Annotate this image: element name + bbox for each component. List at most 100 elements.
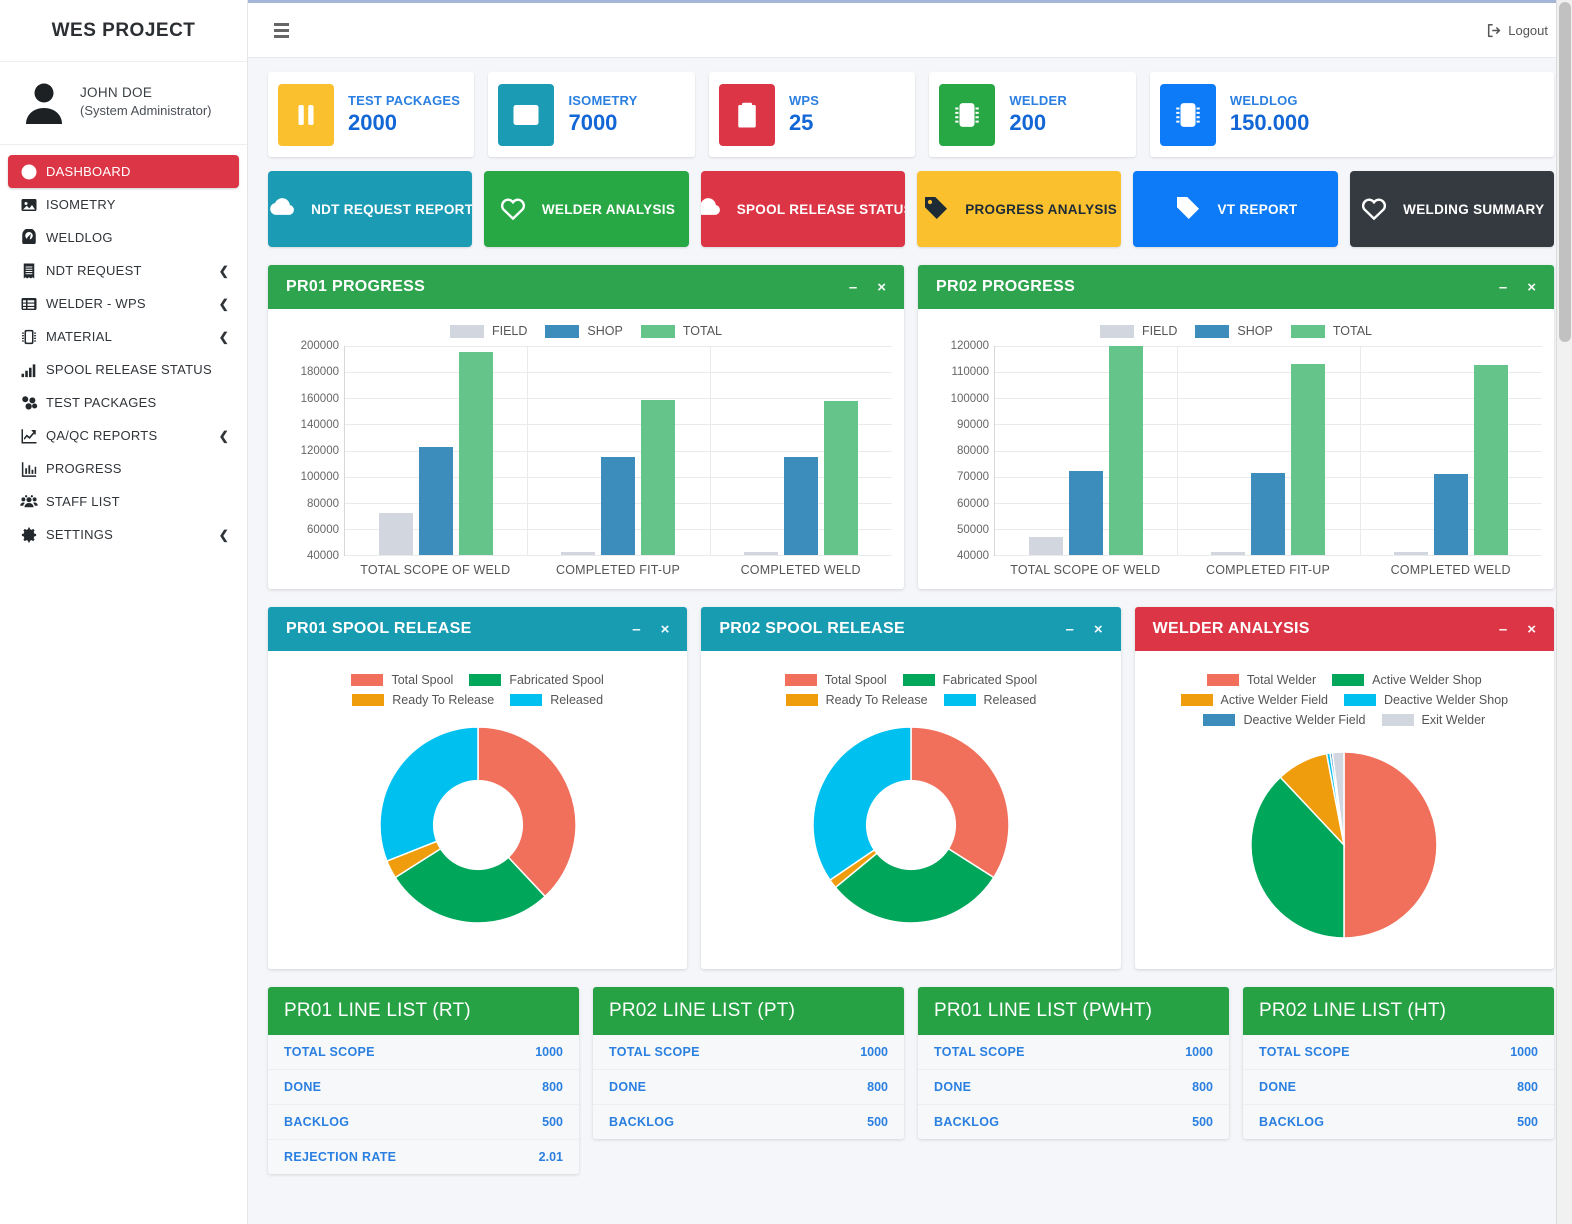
action-button-vt-report[interactable]: VT REPORT	[1133, 171, 1338, 247]
legend-item[interactable]: Active Welder Field	[1180, 693, 1328, 707]
list-item[interactable]: DONE 800	[1243, 1070, 1554, 1105]
legend-item[interactable]: FIELD	[1099, 324, 1177, 338]
bar[interactable]	[1393, 552, 1428, 555]
list-item[interactable]: TOTAL SCOPE 1000	[918, 1035, 1229, 1070]
chevron-left-icon[interactable]: ❮	[219, 297, 229, 311]
list-item[interactable]: BACKLOG 500	[593, 1105, 904, 1139]
list-item[interactable]: DONE 800	[593, 1070, 904, 1105]
bar[interactable]	[561, 551, 596, 555]
sidebar-item-qa-qc-reports[interactable]: QA/QC REPORTS ❮	[8, 419, 239, 452]
logout-button[interactable]: Logout	[1487, 23, 1548, 38]
list-item[interactable]: TOTAL SCOPE 1000	[268, 1035, 579, 1070]
legend-item[interactable]: Released	[943, 693, 1036, 707]
stat-card-test-packages[interactable]: TEST PACKAGES 2000	[268, 72, 475, 157]
bar[interactable]	[459, 352, 494, 555]
bar[interactable]	[419, 447, 454, 555]
list-item[interactable]: REJECTION RATE 2.01	[268, 1140, 579, 1174]
close-icon[interactable]: ×	[1094, 622, 1103, 637]
legend-item[interactable]: Ready To Release	[785, 693, 928, 707]
legend-item[interactable]: Total Spool	[351, 673, 453, 687]
image-icon	[20, 196, 46, 214]
list-item[interactable]: TOTAL SCOPE 1000	[1243, 1035, 1554, 1070]
bar[interactable]	[641, 400, 676, 555]
legend-item[interactable]: FIELD	[449, 324, 527, 338]
bar[interactable]	[823, 400, 858, 555]
page-scrollbar[interactable]	[1556, 0, 1572, 1224]
legend-item[interactable]: SHOP	[1195, 324, 1273, 338]
tag-icon	[925, 196, 948, 219]
list-item[interactable]: BACKLOG 500	[918, 1105, 1229, 1139]
brand-title: WES PROJECT	[51, 19, 196, 41]
list-item[interactable]: DONE 800	[918, 1070, 1229, 1105]
minimize-icon[interactable]: –	[849, 280, 857, 295]
chevron-left-icon[interactable]: ❮	[219, 528, 229, 542]
sidebar-item-welder-wps[interactable]: WELDER - WPS ❮	[8, 287, 239, 320]
stat-card-welder[interactable]: WELDER 200	[929, 72, 1136, 157]
action-button-welder-analysis[interactable]: WELDER ANALYSIS	[484, 171, 689, 247]
list-item[interactable]: DONE 800	[268, 1070, 579, 1105]
legend-item[interactable]: Deactive Welder Shop	[1343, 693, 1508, 707]
chevron-left-icon[interactable]: ❮	[219, 429, 229, 443]
sidebar-item-spool-release-status[interactable]: SPOOL RELEASE STATUS	[8, 353, 239, 386]
sidebar-item-dashboard[interactable]: DASHBOARD	[8, 155, 239, 188]
legend-item[interactable]: Fabricated Spool	[902, 673, 1037, 687]
sidebar-item-ndt-request[interactable]: NDT REQUEST ❮	[8, 254, 239, 287]
action-button-progress-analysis[interactable]: PROGRESS ANALYSIS	[916, 171, 1122, 247]
sidebar-item-settings[interactable]: SETTINGS ❮	[8, 518, 239, 551]
legend-item[interactable]: Ready To Release	[352, 693, 494, 707]
close-icon[interactable]: ×	[1527, 280, 1536, 295]
legend-item[interactable]: Active Welder Shop	[1332, 673, 1482, 687]
scrollbar-thumb[interactable]	[1559, 2, 1571, 342]
legend-item[interactable]: Deactive Welder Field	[1203, 713, 1366, 727]
legend-item[interactable]: Released	[510, 693, 603, 707]
sidebar-item-material[interactable]: MATERIAL ❮	[8, 320, 239, 353]
legend-item[interactable]: Fabricated Spool	[469, 673, 604, 687]
bar[interactable]	[1291, 363, 1326, 555]
minimize-icon[interactable]: –	[1499, 622, 1507, 637]
bar[interactable]	[1029, 536, 1064, 555]
list-item[interactable]: BACKLOG 500	[1243, 1105, 1554, 1139]
list-item-value: 800	[867, 1080, 888, 1094]
donut-hole	[432, 779, 523, 871]
action-button-welding-summary[interactable]: WELDING SUMMARY	[1349, 171, 1554, 247]
close-icon[interactable]: ×	[661, 622, 670, 637]
bar[interactable]	[1109, 346, 1144, 555]
bar[interactable]	[1251, 472, 1286, 555]
legend-item[interactable]: Total Welder	[1206, 673, 1316, 687]
bar[interactable]	[783, 456, 818, 555]
sidebar-item-isometry[interactable]: ISOMETRY	[8, 188, 239, 221]
sidebar-item-staff-list[interactable]: STAFF LIST	[8, 485, 239, 518]
action-button-ndt-request-report[interactable]: NDT REQUEST REPORT	[268, 171, 473, 247]
bar[interactable]	[743, 552, 778, 555]
legend-item[interactable]: TOTAL	[1290, 324, 1372, 338]
stat-card-isometry[interactable]: ISOMETRY 7000	[488, 72, 695, 157]
heart-icon	[498, 193, 528, 226]
bar[interactable]	[1069, 471, 1104, 555]
sidebar-item-test-packages[interactable]: TEST PACKAGES	[8, 386, 239, 419]
close-icon[interactable]: ×	[1527, 622, 1536, 637]
stat-card-wps[interactable]: WPS 25	[708, 72, 916, 157]
legend-item[interactable]: TOTAL	[640, 324, 722, 338]
bar[interactable]	[601, 456, 636, 555]
chevron-left-icon[interactable]: ❮	[219, 264, 229, 278]
legend-item[interactable]: SHOP	[545, 324, 623, 338]
close-icon[interactable]: ×	[877, 280, 886, 295]
chevron-left-icon[interactable]: ❮	[219, 330, 229, 344]
minimize-icon[interactable]: –	[1499, 280, 1507, 295]
pie-slice[interactable]: Total Welder: 50	[1343, 751, 1438, 939]
minimize-icon[interactable]: –	[632, 622, 640, 637]
legend-item[interactable]: Total Spool	[784, 673, 887, 687]
hamburger-icon[interactable]	[274, 22, 289, 38]
stat-card-weldlog[interactable]: WELDLOG 150.000	[1149, 72, 1554, 157]
sidebar-item-weldlog[interactable]: WELDLOG	[8, 221, 239, 254]
sidebar-item-progress[interactable]: PROGRESS	[8, 452, 239, 485]
bar[interactable]	[1433, 473, 1468, 555]
action-button-spool-release-status[interactable]: SPOOL RELEASE STATUS	[700, 171, 905, 247]
bar[interactable]	[1473, 364, 1508, 555]
legend-item[interactable]: Exit Welder	[1381, 713, 1485, 727]
minimize-icon[interactable]: –	[1066, 622, 1074, 637]
list-item[interactable]: BACKLOG 500	[268, 1105, 579, 1140]
bar[interactable]	[1211, 552, 1246, 555]
bar[interactable]	[379, 513, 414, 555]
list-item[interactable]: TOTAL SCOPE 1000	[593, 1035, 904, 1070]
